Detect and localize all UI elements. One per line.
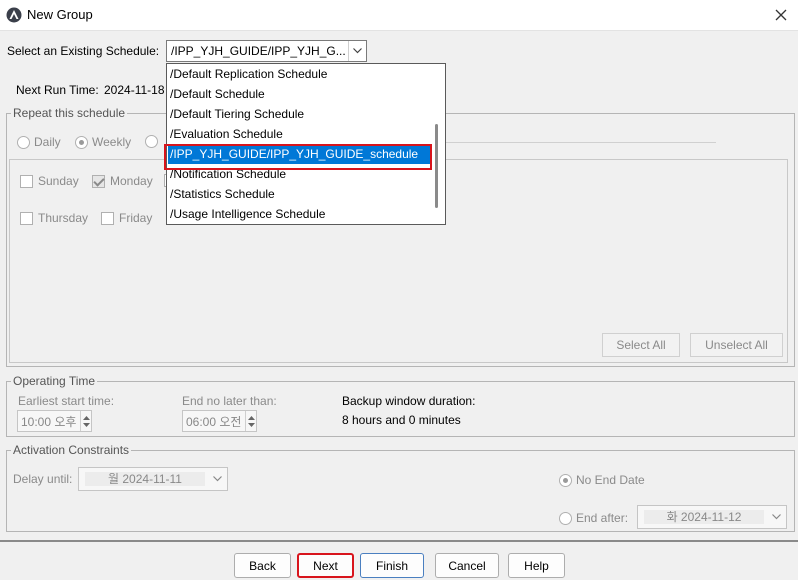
check-sunday-box <box>20 174 33 188</box>
finish-button[interactable]: Finish <box>360 553 424 578</box>
radio-weekly-dot <box>75 135 88 149</box>
schedule-dropdown-list[interactable]: /Default Replication Schedule /Default S… <box>164 63 446 225</box>
check-monday-box <box>92 174 105 188</box>
check-friday[interactable]: Friday <box>101 211 152 225</box>
close-button[interactable] <box>770 4 792 26</box>
radio-daily-label: Daily <box>34 135 61 149</box>
check-sunday[interactable]: Sunday <box>20 174 79 188</box>
chevron-down-icon[interactable] <box>348 41 366 61</box>
next-run-label: Next Run Time: <box>16 83 99 97</box>
dropdown-scrollbar[interactable] <box>435 124 438 208</box>
radio-row-divider <box>446 142 716 143</box>
spinner-arrows-icon[interactable] <box>245 411 256 431</box>
schedule-option[interactable]: /Default Schedule <box>168 84 430 104</box>
operating-time-group: Operating Time <box>6 374 795 437</box>
help-button[interactable]: Help <box>508 553 565 578</box>
no-end-date-label: No End Date <box>576 473 645 487</box>
schedule-option[interactable]: /Evaluation Schedule <box>168 124 430 144</box>
schedule-option[interactable]: /Default Tiering Schedule <box>168 104 430 124</box>
check-thursday[interactable]: Thursday <box>20 211 88 225</box>
delay-until-label: Delay until: <box>13 472 73 486</box>
next-run-value: 2024-11-18 <box>104 83 165 97</box>
highlight-box <box>164 144 432 170</box>
delay-until-value: 월 2024-11-11 <box>85 472 205 486</box>
schedule-option[interactable]: /Usage Intelligence Schedule <box>168 204 430 224</box>
earliest-start-value: 10:00 오후 <box>21 414 77 429</box>
radio-no-end-date[interactable]: No End Date <box>559 473 645 487</box>
close-icon <box>775 9 787 21</box>
unselect-all-button[interactable]: Unselect All <box>690 333 783 357</box>
app-logo-icon <box>6 7 22 23</box>
repeat-legend: Repeat this schedule <box>11 106 128 120</box>
check-sunday-label: Sunday <box>38 174 79 188</box>
earliest-start-spinner[interactable]: 10:00 오후 <box>17 410 92 432</box>
end-no-later-value: 06:00 오전 <box>186 414 242 429</box>
button-bar: Back Next Finish Cancel Help <box>0 540 798 580</box>
delay-until-select[interactable]: 월 2024-11-11 <box>78 467 228 491</box>
backup-window-label: Backup window duration: <box>342 394 476 408</box>
back-button[interactable]: Back <box>234 553 291 578</box>
check-thursday-box <box>20 211 33 225</box>
schedule-option[interactable]: /Default Replication Schedule <box>168 64 430 84</box>
cancel-button[interactable]: Cancel <box>435 553 499 578</box>
radio-end-after-dot <box>559 511 572 525</box>
check-monday[interactable]: Monday <box>92 174 153 188</box>
backup-window-value: 8 hours and 0 minutes <box>342 413 461 427</box>
radio-daily[interactable]: Daily <box>17 135 61 149</box>
activation-legend: Activation Constraints <box>11 443 132 457</box>
radio-monthly-dot <box>145 135 158 148</box>
dialog-body: Select an Existing Schedule: /IPP_YJH_GU… <box>0 30 798 580</box>
schedule-label: Select an Existing Schedule: <box>7 44 160 58</box>
radio-weekly-label: Weekly <box>92 135 132 149</box>
schedule-option[interactable]: /Statistics Schedule <box>168 184 430 204</box>
end-after-select[interactable]: 화 2024-11-12 <box>637 505 787 529</box>
radio-end-after[interactable]: End after: <box>559 511 628 525</box>
window-title: New Group <box>27 7 93 22</box>
title-bar: New Group <box>0 0 798 30</box>
schedule-selected-value: /IPP_YJH_GUIDE/IPP_YJH_G... <box>171 44 346 58</box>
end-after-value: 화 2024-11-12 <box>644 510 764 524</box>
end-after-label: End after: <box>576 511 629 525</box>
check-thursday-label: Thursday <box>38 211 89 225</box>
end-no-later-spinner[interactable]: 06:00 오전 <box>182 410 257 432</box>
operating-legend: Operating Time <box>11 374 98 388</box>
select-all-button[interactable]: Select All <box>602 333 680 357</box>
check-monday-label: Monday <box>110 174 153 188</box>
next-button[interactable]: Next <box>297 553 354 578</box>
check-friday-label: Friday <box>119 211 153 225</box>
radio-daily-dot <box>17 135 30 149</box>
radio-weekly[interactable]: Weekly <box>75 135 131 149</box>
schedule-select[interactable]: /IPP_YJH_GUIDE/IPP_YJH_G... <box>166 40 367 62</box>
radio-no-end-dot <box>559 473 572 487</box>
chevron-down-icon[interactable] <box>207 476 227 482</box>
check-friday-box <box>101 211 114 225</box>
end-no-later-label: End no later than: <box>182 394 277 408</box>
spinner-arrows-icon[interactable] <box>80 411 91 431</box>
radio-monthly[interactable] <box>145 135 162 148</box>
earliest-start-label: Earliest start time: <box>18 394 115 408</box>
chevron-down-icon[interactable] <box>766 514 786 520</box>
